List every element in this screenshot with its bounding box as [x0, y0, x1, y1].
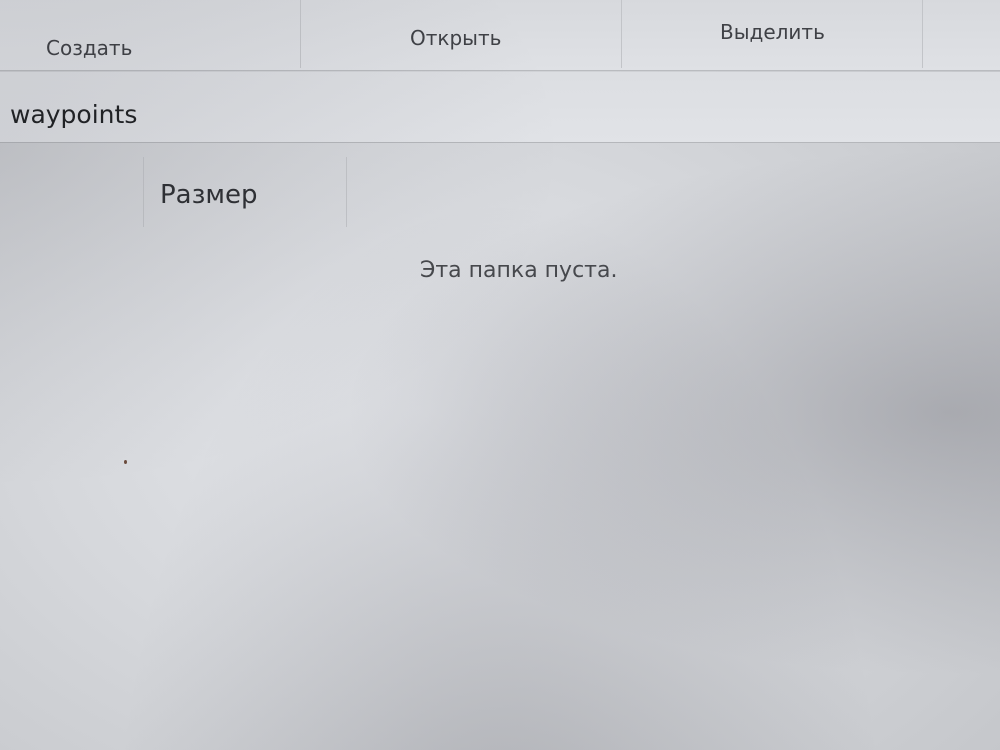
empty-folder-message: Эта папка пуста.: [420, 258, 618, 283]
dust-speck: [124, 460, 127, 464]
select-button[interactable]: Выделить: [720, 20, 825, 44]
create-button[interactable]: Создать: [46, 36, 132, 60]
column-divider[interactable]: [143, 157, 144, 227]
folder-title: waypoints: [10, 100, 138, 129]
ribbon-toolbar: Создать Открыть Выделить: [0, 0, 1000, 71]
column-header-size[interactable]: Размер: [160, 180, 258, 210]
file-explorer-window: Создать Открыть Выделить waypoints Разме…: [0, 0, 1000, 750]
column-divider[interactable]: [346, 157, 347, 227]
address-bar[interactable]: waypoints: [0, 72, 1000, 143]
open-button[interactable]: Открыть: [410, 26, 501, 50]
